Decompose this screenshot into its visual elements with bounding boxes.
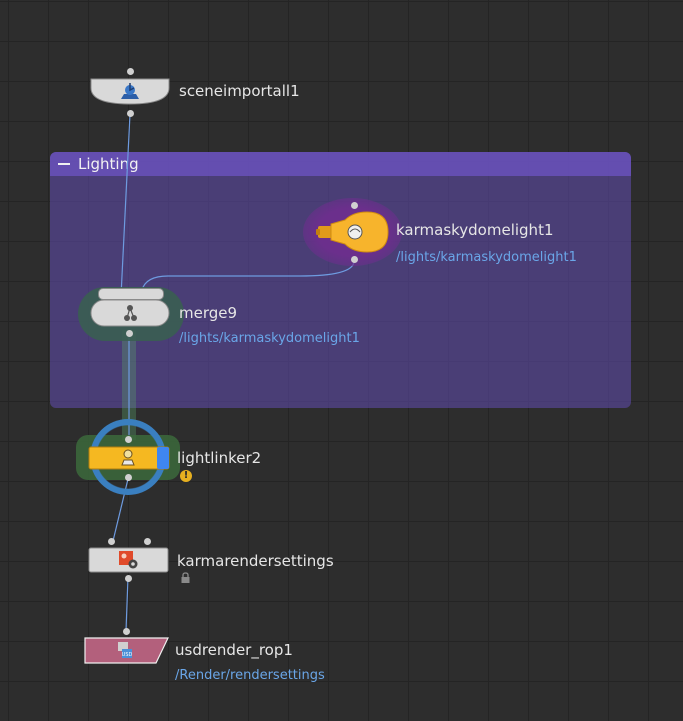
warning-icon[interactable]: ! bbox=[180, 470, 192, 482]
node-karmaskydomelight[interactable] bbox=[315, 210, 391, 254]
node-sceneimportall[interactable] bbox=[90, 78, 170, 105]
output-port[interactable] bbox=[125, 575, 132, 582]
node-body bbox=[90, 78, 170, 105]
node-path-label: /lights/karmaskydomelight1 bbox=[396, 250, 577, 265]
node-body bbox=[88, 547, 169, 573]
output-port[interactable] bbox=[351, 256, 358, 263]
node-body bbox=[88, 446, 170, 470]
light-bulb-icon bbox=[316, 211, 389, 253]
input-port[interactable] bbox=[351, 202, 358, 209]
network-box-lighting[interactable]: Lighting bbox=[50, 152, 631, 408]
output-port[interactable] bbox=[125, 474, 132, 481]
node-lightlinker[interactable] bbox=[88, 446, 170, 470]
node-usdrender[interactable]: USD bbox=[84, 637, 169, 664]
warning-glyph: ! bbox=[183, 470, 189, 481]
node-name-label: merge9 bbox=[179, 304, 238, 322]
input-port[interactable] bbox=[108, 538, 115, 545]
input-port[interactable] bbox=[144, 538, 151, 545]
network-box-header[interactable]: Lighting bbox=[50, 152, 631, 176]
node-merge[interactable] bbox=[90, 299, 170, 327]
node-karmarendersettings[interactable] bbox=[88, 547, 169, 573]
node-name-label: usdrender_rop1 bbox=[175, 641, 293, 659]
wire-rendersettings-usdrender[interactable] bbox=[125, 576, 129, 632]
node-path-label: /Render/rendersettings bbox=[175, 668, 325, 683]
node-path-label: /lights/karmaskydomelight1 bbox=[179, 331, 360, 346]
node-name-label: karmarendersettings bbox=[177, 552, 334, 570]
node-name-label: sceneimportall1 bbox=[179, 82, 300, 100]
node-name-label: lightlinker2 bbox=[177, 449, 262, 467]
collapse-button[interactable] bbox=[58, 163, 70, 165]
network-box-title: Lighting bbox=[78, 155, 139, 173]
input-port[interactable] bbox=[127, 68, 134, 75]
output-port[interactable] bbox=[126, 330, 133, 337]
node-body bbox=[90, 299, 170, 327]
merge-input-bar[interactable] bbox=[98, 288, 164, 300]
node-name-label: karmaskydomelight1 bbox=[396, 221, 554, 239]
lock-icon[interactable] bbox=[180, 572, 191, 584]
node-body: USD bbox=[84, 637, 169, 664]
output-port[interactable] bbox=[127, 110, 134, 117]
input-port[interactable] bbox=[123, 628, 130, 635]
input-port[interactable] bbox=[125, 436, 132, 443]
svg-text:USD: USD bbox=[122, 652, 133, 658]
